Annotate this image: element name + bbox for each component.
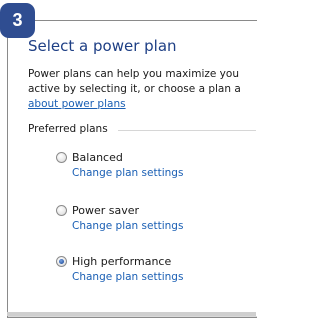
plan-balanced: Balanced Change plan settings xyxy=(56,151,183,179)
power-saver-change-settings-link[interactable]: Change plan settings xyxy=(72,220,183,232)
group-divider xyxy=(118,130,256,131)
about-power-plans-link[interactable]: about power plans xyxy=(28,98,126,110)
step-badge: 3 xyxy=(0,3,35,38)
power-saver-radio[interactable] xyxy=(56,205,67,216)
balanced-radio[interactable] xyxy=(56,152,67,163)
plan-high-performance: High performance Change plan settings xyxy=(56,255,183,283)
description-line-2: active by selecting it, or choose a plan… xyxy=(28,83,241,95)
high-performance-label[interactable]: High performance xyxy=(72,255,171,268)
page-title: Select a power plan xyxy=(28,37,177,55)
window-bottom-edge xyxy=(7,312,256,316)
balanced-change-settings-link[interactable]: Change plan settings xyxy=(72,167,183,179)
plan-power-saver: Power saver Change plan settings xyxy=(56,204,183,232)
description-line-1: Power plans can help you maximize you xyxy=(28,68,239,80)
high-performance-radio[interactable] xyxy=(56,256,67,267)
power-saver-label[interactable]: Power saver xyxy=(72,204,139,217)
page-description: Power plans can help you maximize you ac… xyxy=(28,67,256,112)
preferred-plans-label: Preferred plans xyxy=(28,123,114,135)
high-performance-change-settings-link[interactable]: Change plan settings xyxy=(72,271,183,283)
balanced-label[interactable]: Balanced xyxy=(72,151,123,164)
step-number: 3 xyxy=(12,10,23,30)
